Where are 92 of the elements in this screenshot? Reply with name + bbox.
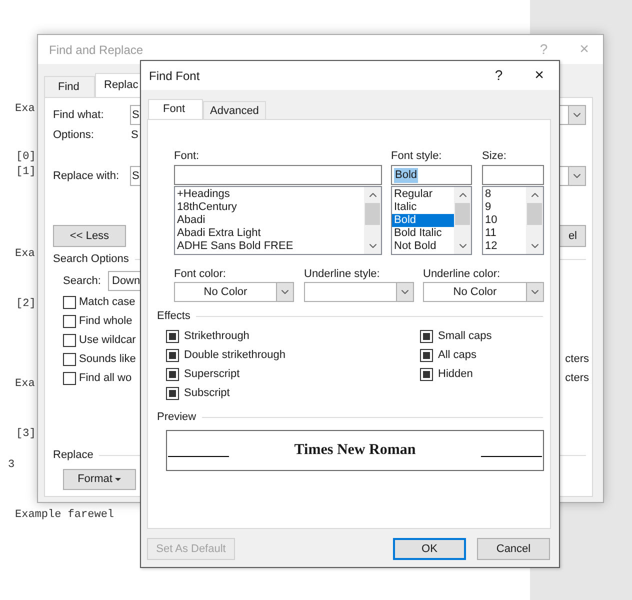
checkbox-label: Use wildcar: [79, 333, 136, 348]
option-text: cters: [565, 371, 589, 386]
dropdown[interactable]: No Color: [423, 282, 544, 302]
checkbox[interactable]: [166, 387, 179, 400]
field-label: Size:: [482, 149, 506, 163]
tab[interactable]: Find: [44, 76, 95, 98]
checkbox-label: Find whole: [79, 314, 132, 330]
list-box[interactable]: +Headings 18thCentury Abadi Abadi Extra Light ADHE Sans Bold FREE: [174, 186, 382, 255]
checkbox[interactable]: [63, 334, 76, 347]
field-label: Find what:: [53, 108, 105, 123]
list-item[interactable]: Bold Italic: [392, 227, 454, 240]
tab[interactable]: Font: [148, 99, 203, 120]
checkbox[interactable]: [420, 368, 433, 381]
checkbox[interactable]: [166, 349, 179, 362]
field-label: Font color:: [174, 267, 226, 281]
window-title: Find Font: [149, 68, 200, 84]
section-title: Preview: [157, 410, 196, 425]
checkbox[interactable]: [63, 372, 76, 385]
tab[interactable]: Replac: [95, 73, 141, 98]
field-label: Underline color:: [423, 267, 500, 281]
scroll-thumb[interactable]: [365, 202, 380, 224]
checkbox[interactable]: [63, 296, 76, 309]
list-item[interactable]: +Headings: [175, 188, 364, 201]
field-label: Font style:: [391, 149, 442, 163]
dropdown[interactable]: No Color: [174, 282, 294, 302]
field-label: Underline style:: [304, 267, 380, 281]
checkbox-label: Hidden: [438, 367, 473, 382]
checkbox-label: Match case: [79, 295, 136, 310]
list-item[interactable]: Regular: [392, 188, 454, 201]
input-field[interactable]: Bold: [391, 165, 472, 185]
list-item[interactable]: 11: [483, 227, 526, 240]
document-line: Exa: [15, 377, 35, 392]
scrollbar[interactable]: [364, 187, 381, 254]
document-line: [1]: [16, 165, 36, 180]
scrollbar[interactable]: [454, 187, 471, 254]
checkbox[interactable]: [166, 368, 179, 381]
document-line: 3: [8, 458, 15, 473]
list-item[interactable]: Italic: [392, 201, 454, 214]
document-line: Exa: [15, 247, 35, 262]
list-item[interactable]: Abadi: [175, 214, 364, 227]
tab[interactable]: Advanced: [203, 101, 266, 120]
help-button[interactable]: ?: [494, 65, 503, 86]
checkbox[interactable]: [63, 315, 76, 328]
list-box[interactable]: 8 9 10 11 12: [482, 186, 544, 255]
scroll-thumb[interactable]: [455, 202, 470, 224]
document-line: [3]: [16, 427, 36, 442]
list-box[interactable]: Regular Italic Bold Bold Italic Not Bold: [391, 186, 472, 255]
input-field[interactable]: [482, 165, 544, 185]
field-label: Font:: [174, 149, 200, 163]
checkbox-label: Superscript: [184, 367, 240, 382]
option-text: cters: [565, 352, 589, 368]
options-text: S: [130, 128, 138, 143]
list-item[interactable]: 9: [483, 201, 526, 214]
close-button[interactable]: ×: [534, 64, 544, 88]
dialog-button[interactable]: Cancel: [477, 538, 550, 560]
list-item[interactable]: 8: [483, 188, 526, 201]
checkbox-label: All caps: [438, 348, 477, 364]
document-line: Example farewel: [15, 508, 114, 523]
list-item[interactable]: Not Bold: [392, 240, 454, 253]
less-button[interactable]: << Less: [53, 225, 126, 247]
section-title: Replace: [53, 448, 94, 463]
document-line: [2]: [16, 297, 36, 312]
list-item[interactable]: 18thCentury: [175, 201, 364, 214]
input-field[interactable]: [174, 165, 382, 185]
scrollbar[interactable]: [526, 187, 543, 254]
checkbox-label: Subscript: [184, 386, 230, 402]
list-item[interactable]: Bold: [392, 214, 454, 227]
list-item[interactable]: Abadi Extra Light: [175, 227, 364, 240]
field-label: Options:: [53, 128, 95, 143]
list-item[interactable]: 10: [483, 214, 526, 227]
checkbox-label: Small caps: [438, 329, 492, 344]
field-label: Search:: [63, 274, 102, 289]
checkbox[interactable]: [63, 353, 76, 366]
window-title: Find and Replace: [49, 42, 144, 58]
checkbox-label: Sounds like: [79, 352, 136, 368]
checkbox[interactable]: [166, 330, 179, 343]
checkbox-label: Double strikethrough: [184, 348, 286, 364]
list-item[interactable]: ADHE Sans Bold FREE: [175, 240, 364, 253]
document-line: Exa: [15, 102, 35, 117]
checkbox[interactable]: [420, 349, 433, 362]
dialog-button[interactable]: OK: [393, 538, 466, 560]
document-line: [0]: [16, 150, 36, 165]
checkbox-label: Strikethrough: [184, 329, 250, 344]
section-title: Search Options: [53, 252, 129, 267]
preview-text: Times New Roman: [293, 441, 417, 460]
section-title: Effects: [157, 308, 190, 324]
field-label: Replace with:: [53, 168, 120, 184]
list-item[interactable]: 12: [483, 240, 526, 253]
scroll-thumb[interactable]: [527, 202, 542, 224]
checkbox-label: Find all wo: [79, 371, 132, 386]
format-button[interactable]: Format: [63, 469, 136, 490]
checkbox[interactable]: [420, 330, 433, 343]
